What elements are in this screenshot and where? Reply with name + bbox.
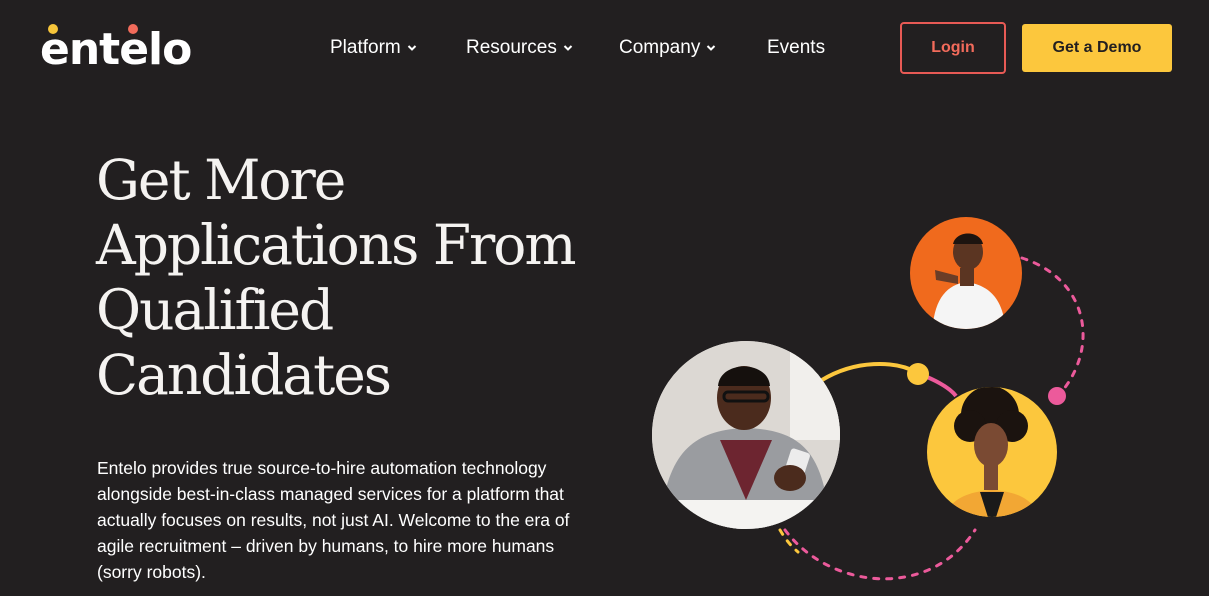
hero-title-line: Candidates (96, 343, 392, 407)
logo-dot-yellow (48, 24, 58, 34)
chevron-down-icon (563, 45, 573, 51)
site-header: entelo Platform Resources Company Events… (0, 0, 1209, 96)
connection-graphic (652, 217, 1085, 581)
chevron-down-icon (407, 45, 416, 51)
nav-platform-label: Platform (330, 37, 401, 58)
nav-resources-label: Resources (466, 37, 557, 58)
login-button[interactable]: Login (900, 22, 1006, 74)
nav-resources[interactable]: Resources (466, 36, 573, 60)
person-smiling-photo (927, 387, 1057, 517)
nav-events-label: Events (767, 37, 826, 58)
hero-description: Entelo provides true source-to-hire auto… (97, 458, 570, 582)
hero-title-line: Applications From (96, 213, 577, 277)
entelo-logo[interactable]: entelo (40, 22, 205, 74)
nav-company[interactable]: Company (619, 36, 716, 60)
logo-wordmark: entelo (40, 24, 192, 75)
nav-company-label: Company (619, 37, 701, 58)
logo-dot-red (128, 24, 138, 34)
nav-events[interactable]: Events (767, 36, 825, 60)
get-demo-button[interactable]: Get a Demo (1022, 24, 1172, 72)
hero-illustration (640, 200, 1120, 596)
nav-platform[interactable]: Platform (330, 36, 417, 60)
hero-title: Get More Applications From Qualified Can… (96, 148, 616, 408)
connector-dot-yellow (907, 363, 929, 385)
hero-title-line: Qualified (96, 278, 334, 342)
chevron-down-icon (707, 45, 716, 51)
person-with-phone-photo (652, 341, 840, 529)
hero-title-line: Get More (96, 148, 346, 212)
person-pointing-photo (910, 217, 1022, 329)
connector-dot-pink (1048, 387, 1066, 405)
